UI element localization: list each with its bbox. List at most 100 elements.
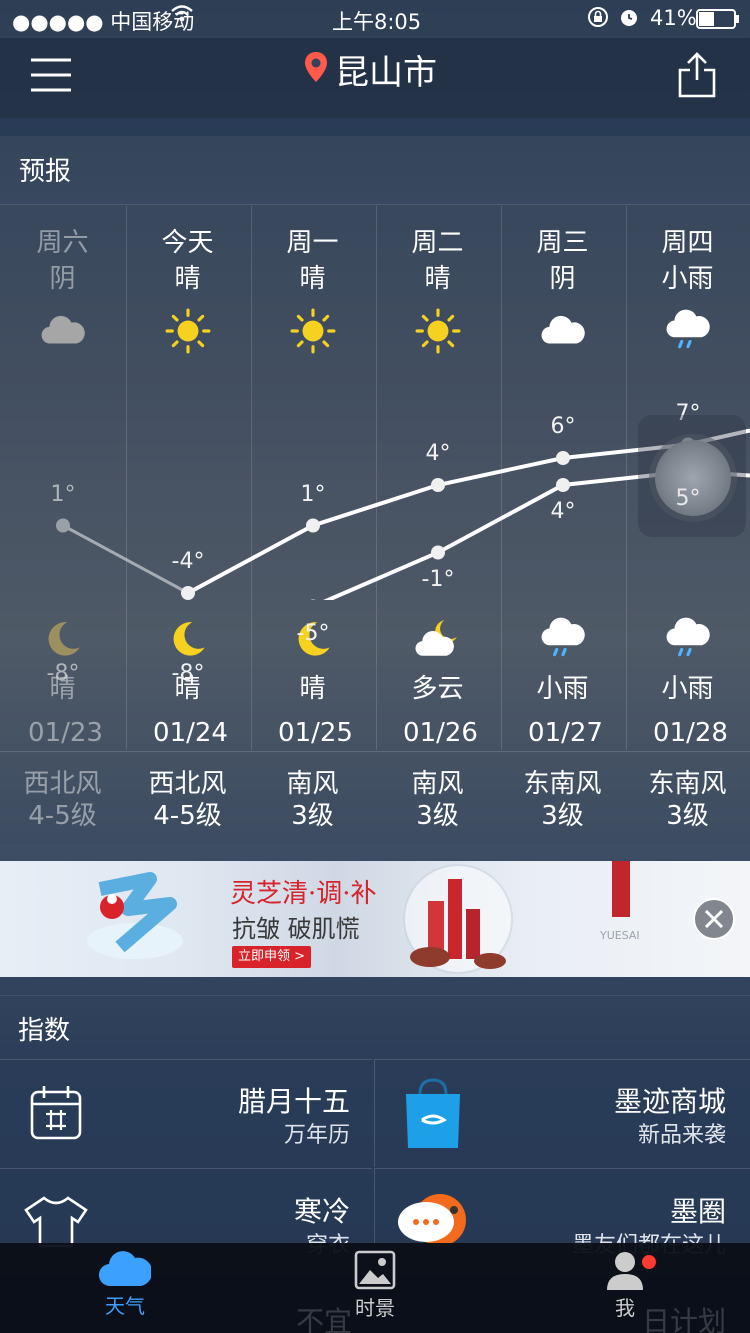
day-condition: 晴 <box>174 264 201 294</box>
header-separator <box>0 118 750 136</box>
user-icon <box>607 1252 643 1290</box>
date-label: 01/26 <box>403 718 478 748</box>
low-temp-label: -1° <box>421 566 455 592</box>
shopping-bag-icon <box>402 1076 464 1154</box>
night-condition: 多云 <box>411 674 464 704</box>
night-condition: 晴 <box>299 674 326 704</box>
day-name: 周四 <box>661 228 714 258</box>
cloud-icon <box>98 1251 153 1287</box>
high-temp-label: 6° <box>550 414 576 439</box>
menu-icon[interactable] <box>30 56 72 94</box>
low-temp-point <box>431 545 445 560</box>
divider <box>0 995 750 996</box>
date-label: 01/25 <box>278 718 353 748</box>
tab-me[interactable]: 我 <box>575 1250 675 1333</box>
rotation-lock-icon <box>587 6 609 33</box>
day-condition: 晴 <box>424 264 451 294</box>
low-temp-label: -8° <box>171 661 205 686</box>
wind-level: 3级 <box>666 801 709 831</box>
index-item-title: 墨圈 <box>669 1195 726 1228</box>
index-item-title: 寒冷 <box>293 1195 350 1228</box>
wind-direction: 南风 <box>286 769 339 799</box>
night-condition: 小雨 <box>661 674 714 704</box>
forecast-title: 预报 <box>19 157 72 187</box>
high-temp-label: 1° <box>300 481 326 507</box>
partly-cloudy-night-icon <box>375 616 500 666</box>
day-condition: 小雨 <box>661 264 714 294</box>
ad-brand: YUESAI <box>600 929 640 942</box>
moon-icon <box>0 616 125 666</box>
low-temp-point <box>556 478 570 492</box>
battery-icon <box>696 9 740 34</box>
ad-banner[interactable]: 灵芝清·调·补 抗皱 破肌慌 立即申领 > YUESAI <box>0 861 750 977</box>
low-temp-point <box>310 599 316 600</box>
high-temp-label: 1° <box>50 481 76 507</box>
low-temp-label: 4° <box>550 499 576 524</box>
day-name: 今天 <box>161 228 214 258</box>
wind-level: 3级 <box>416 801 459 831</box>
tab-label: 天气 <box>105 1294 145 1318</box>
index-item-title: 腊月十五 <box>237 1085 350 1118</box>
sun-icon <box>375 308 500 358</box>
wifi-icon <box>170 4 194 29</box>
status-bar: ●●●●● 中国移动 上午8:05 41% <box>0 0 750 38</box>
ad-logo-icon <box>87 872 183 959</box>
day-name: 周一 <box>286 228 339 258</box>
day-name: 周六 <box>36 228 89 258</box>
date-label: 01/23 <box>28 718 103 748</box>
divider <box>0 751 750 752</box>
wind-level: 3级 <box>291 801 334 831</box>
wind-direction: 西北风 <box>148 769 227 799</box>
ad-cta-button[interactable]: 立即申领 > <box>232 946 312 968</box>
alarm-icon <box>618 6 640 33</box>
sun-icon <box>125 308 250 358</box>
index-item-subtitle: 新品来袭 <box>637 1123 726 1148</box>
calendar-icon <box>30 1084 82 1144</box>
high-temp-label: -4° <box>171 549 205 574</box>
tab-weather[interactable]: 天气 <box>75 1248 175 1333</box>
rain-icon <box>625 616 750 666</box>
high-temp-point <box>306 518 320 533</box>
moon-icon <box>125 616 250 666</box>
day-condition: 晴 <box>299 264 326 294</box>
cloud-icon <box>500 308 625 358</box>
high-temp-label: 4° <box>425 441 451 466</box>
picture-icon <box>354 1250 396 1290</box>
wind-direction: 东南风 <box>648 769 727 799</box>
low-temp-label: -5° <box>296 620 330 646</box>
low-temp-label: 5° <box>675 485 701 511</box>
wind-level: 4-5级 <box>28 801 97 831</box>
city-title[interactable]: 昆山市 <box>335 45 437 94</box>
battery-percent: 41% <box>650 6 697 30</box>
status-time: 上午8:05 <box>332 10 422 34</box>
location-pin-icon <box>304 51 328 87</box>
ad-close-button[interactable] <box>693 898 735 940</box>
tab-live-scene[interactable]: 时景 <box>325 1250 425 1333</box>
wind-direction: 西北风 <box>23 769 102 799</box>
sun-icon <box>250 308 375 358</box>
index-title: 指数 <box>18 1016 71 1046</box>
low-temp-label: -8° <box>46 661 80 686</box>
date-label: 01/28 <box>653 718 728 748</box>
date-label: 01/27 <box>528 718 603 748</box>
wind-level: 3级 <box>541 801 584 831</box>
day-condition: 阴 <box>49 264 76 294</box>
tab-label: 时景 <box>355 1296 395 1320</box>
high-temp-point <box>556 451 570 465</box>
day-condition: 阴 <box>549 264 576 294</box>
rain-icon <box>500 616 625 666</box>
index-item-title: 墨迹商城 <box>613 1085 726 1118</box>
tab-label: 我 <box>615 1296 635 1320</box>
rain-icon <box>625 308 750 358</box>
index-item-subtitle: 万年历 <box>283 1123 350 1148</box>
wind-direction: 东南风 <box>523 769 602 799</box>
day-name: 周二 <box>411 228 464 258</box>
close-icon <box>704 909 724 929</box>
high-temp-point <box>56 518 70 533</box>
notification-dot <box>642 1255 656 1269</box>
high-temp-point <box>431 478 445 492</box>
high-temp-point <box>181 586 195 600</box>
share-icon[interactable] <box>678 52 716 102</box>
date-label: 01/24 <box>153 718 228 748</box>
carrier-label: ●●●●● 中国移动 <box>12 10 195 34</box>
